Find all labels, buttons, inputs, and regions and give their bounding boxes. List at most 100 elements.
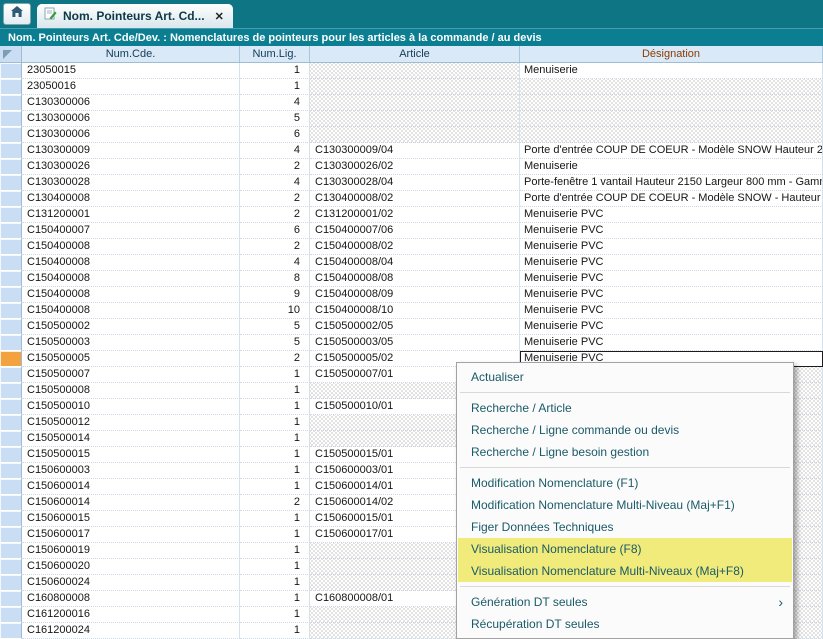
cell-num-cde[interactable]: C150500012 xyxy=(22,415,240,431)
cell-num-lig[interactable]: 2 xyxy=(240,495,310,511)
row-selector[interactable] xyxy=(0,79,22,95)
row-selector[interactable] xyxy=(0,447,22,463)
tab-close-icon[interactable]: ✕ xyxy=(215,10,224,23)
row-selector[interactable] xyxy=(0,319,22,335)
cell-num-lig[interactable]: 4 xyxy=(240,175,310,191)
cell-num-lig[interactable]: 4 xyxy=(240,143,310,159)
cell-designation[interactable]: Menuiserie PVC xyxy=(520,255,823,271)
cell-num-lig[interactable]: 5 xyxy=(240,319,310,335)
cell-designation[interactable]: Menuiserie PVC xyxy=(520,303,823,319)
cell-article[interactable]: C131200001/02 xyxy=(310,207,520,223)
cell-designation[interactable] xyxy=(520,127,823,143)
cell-num-cde[interactable]: C150400008 xyxy=(22,271,240,287)
cell-num-cde[interactable]: C150500014 xyxy=(22,431,240,447)
cell-designation[interactable]: Porte d'entrée COUP DE COEUR - Modèle SN… xyxy=(520,143,823,159)
menu-item[interactable]: Actualiser xyxy=(458,366,792,388)
cell-num-lig[interactable]: 1 xyxy=(240,447,310,463)
cell-article[interactable]: C130300028/04 xyxy=(310,175,520,191)
cell-num-cde[interactable]: C130400008 xyxy=(22,191,240,207)
cell-num-lig[interactable]: 1 xyxy=(240,479,310,495)
cell-designation[interactable]: Menuiserie PVC xyxy=(520,319,823,335)
cell-num-cde[interactable]: C150500008 xyxy=(22,383,240,399)
menu-item[interactable]: Recherche / Ligne besoin gestion xyxy=(458,441,792,463)
cell-num-cde[interactable]: C130300006 xyxy=(22,111,240,127)
cell-designation[interactable]: Menuiserie xyxy=(520,159,823,175)
cell-num-lig[interactable]: 1 xyxy=(240,623,310,639)
cell-num-cde[interactable]: C150500002 xyxy=(22,319,240,335)
cell-num-cde[interactable]: C150400007 xyxy=(22,223,240,239)
row-selector[interactable] xyxy=(0,559,22,575)
cell-num-lig[interactable]: 8 xyxy=(240,271,310,287)
cell-num-lig[interactable]: 1 xyxy=(240,543,310,559)
cell-article[interactable]: C130300009/04 xyxy=(310,143,520,159)
cell-num-cde[interactable]: C150600014 xyxy=(22,479,240,495)
cell-num-cde[interactable]: C150600015 xyxy=(22,511,240,527)
cell-num-cde[interactable]: C150600024 xyxy=(22,575,240,591)
row-selector[interactable] xyxy=(0,63,22,79)
cell-num-lig[interactable]: 4 xyxy=(240,95,310,111)
row-selector[interactable] xyxy=(0,383,22,399)
row-selector[interactable] xyxy=(0,159,22,175)
menu-item[interactable]: Recherche / Ligne commande ou devis xyxy=(458,419,792,441)
cell-num-lig[interactable]: 2 xyxy=(240,159,310,175)
menu-item[interactable]: Modification Nomenclature (F1) xyxy=(458,472,792,494)
row-selector[interactable] xyxy=(0,303,22,319)
cell-num-cde[interactable]: C130300009 xyxy=(22,143,240,159)
cell-num-cde[interactable]: C150400008 xyxy=(22,255,240,271)
cell-designation[interactable] xyxy=(520,95,823,111)
row-selector[interactable] xyxy=(0,431,22,447)
cell-num-lig[interactable]: 1 xyxy=(240,575,310,591)
row-selector[interactable] xyxy=(0,495,22,511)
cell-num-cde[interactable]: C150400008 xyxy=(22,239,240,255)
cell-num-cde[interactable]: C150500005 xyxy=(22,351,240,367)
cell-num-lig[interactable]: 2 xyxy=(240,239,310,255)
cell-article[interactable] xyxy=(310,127,520,143)
row-selector[interactable] xyxy=(0,239,22,255)
row-selector[interactable] xyxy=(0,255,22,271)
cell-num-cde[interactable]: 23050016 xyxy=(22,79,240,95)
column-header-num-cde[interactable]: Num.Cde. xyxy=(22,46,240,62)
cell-article[interactable]: C150500002/05 xyxy=(310,319,520,335)
row-selector[interactable] xyxy=(0,111,22,127)
cell-num-cde[interactable]: C150600019 xyxy=(22,543,240,559)
cell-article[interactable] xyxy=(310,95,520,111)
row-selector[interactable] xyxy=(0,479,22,495)
cell-designation[interactable]: Menuiserie PVC xyxy=(520,239,823,255)
cell-num-cde[interactable]: C150500003 xyxy=(22,335,240,351)
cell-num-cde[interactable]: C150500007 xyxy=(22,367,240,383)
cell-num-lig[interactable]: 1 xyxy=(240,591,310,607)
cell-article[interactable]: C150500003/05 xyxy=(310,335,520,351)
cell-num-lig[interactable]: 5 xyxy=(240,335,310,351)
cell-num-cde[interactable]: C150600017 xyxy=(22,527,240,543)
tab-nom-pointeurs[interactable]: Nom. Pointeurs Art. Cd... ✕ xyxy=(37,4,233,28)
cell-num-cde[interactable]: C130300006 xyxy=(22,95,240,111)
cell-designation[interactable]: Menuiserie PVC xyxy=(520,223,823,239)
cell-num-lig[interactable]: 9 xyxy=(240,287,310,303)
cell-num-lig[interactable]: 10 xyxy=(240,303,310,319)
row-selector[interactable] xyxy=(0,271,22,287)
cell-num-lig[interactable]: 1 xyxy=(240,607,310,623)
column-header-designation[interactable]: Désignation xyxy=(520,46,823,62)
cell-num-cde[interactable]: C130300028 xyxy=(22,175,240,191)
menu-item[interactable]: Recherche / Article xyxy=(458,397,792,419)
cell-num-cde[interactable]: C150400008 xyxy=(22,287,240,303)
row-selector[interactable] xyxy=(0,543,22,559)
cell-num-lig[interactable]: 1 xyxy=(240,527,310,543)
cell-designation[interactable] xyxy=(520,79,823,95)
cell-designation[interactable] xyxy=(520,111,823,127)
cell-article[interactable]: C150400008/04 xyxy=(310,255,520,271)
row-selector[interactable] xyxy=(0,351,22,367)
cell-num-lig[interactable]: 2 xyxy=(240,351,310,367)
cell-num-lig[interactable]: 1 xyxy=(240,511,310,527)
column-header-article[interactable]: Article xyxy=(310,46,520,62)
cell-designation[interactable]: Menuiserie PVC xyxy=(520,271,823,287)
cell-article[interactable] xyxy=(310,111,520,127)
row-selector[interactable] xyxy=(0,575,22,591)
cell-num-lig[interactable]: 1 xyxy=(240,415,310,431)
menu-item[interactable]: Modification Nomenclature Multi-Niveau (… xyxy=(458,494,792,516)
menu-item[interactable]: Visualisation Nomenclature (F8) xyxy=(458,538,792,560)
row-selector[interactable] xyxy=(0,399,22,415)
cell-article[interactable] xyxy=(310,79,520,95)
cell-num-lig[interactable]: 6 xyxy=(240,127,310,143)
cell-article[interactable]: C150400007/06 xyxy=(310,223,520,239)
